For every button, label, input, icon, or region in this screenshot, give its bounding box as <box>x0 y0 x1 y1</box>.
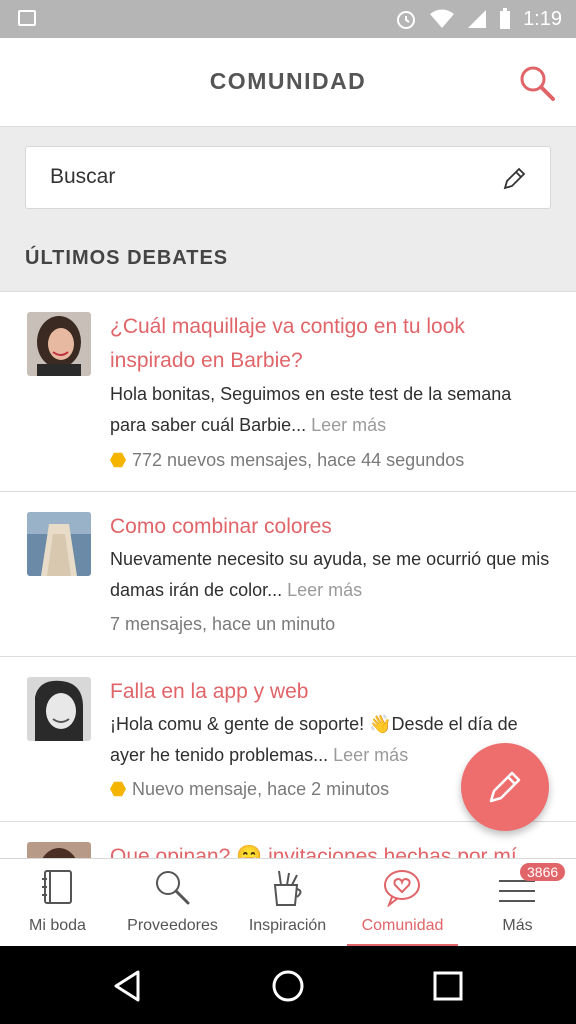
notebook-icon <box>42 870 72 904</box>
nav-item-comunidad[interactable]: Comunidad <box>345 859 460 947</box>
meta-text: Nuevo mensaje, hace 2 minutos <box>132 779 390 799</box>
debate-meta: Nuevo mensaje, hace 2 minutos <box>110 777 389 801</box>
nav-item-mas[interactable]: 3866 Más <box>460 859 575 947</box>
system-nav-bar <box>0 946 576 1024</box>
read-more-link[interactable]: Leer más <box>311 415 386 435</box>
debate-excerpt: Hola bonitas, Seguimos en este test de l… <box>110 379 550 441</box>
section-title: ÚLTIMOS DEBATES <box>25 247 229 269</box>
alarm-icon <box>397 11 416 29</box>
nav-label: Inspiración <box>248 917 327 934</box>
read-more-link[interactable]: Leer más <box>287 580 362 600</box>
recents-icon[interactable] <box>428 966 468 1006</box>
avatar <box>27 677 91 741</box>
read-more-link[interactable]: Leer más <box>333 745 408 765</box>
back-icon[interactable] <box>108 966 148 1006</box>
search-field[interactable]: Buscar <box>25 146 551 209</box>
app-bar: COMUNIDAD <box>0 38 576 127</box>
search-icon <box>520 66 555 101</box>
list-item[interactable]: Como combinar colores Nuevamente necesit… <box>0 491 576 657</box>
list-item[interactable]: ¿Cuál maquillaje va contigo en tu look i… <box>0 291 576 492</box>
nav-item-inspiracion[interactable]: Inspiración <box>230 859 345 947</box>
pencil-icon <box>489 771 521 803</box>
nav-item-mi-boda[interactable]: Mi boda <box>0 859 115 947</box>
debate-meta: 772 nuevos mensajes, hace 44 segundos <box>110 448 464 472</box>
nav-label: Proveedores <box>127 917 218 934</box>
search-placeholder: Buscar <box>50 165 116 188</box>
debate-title[interactable]: ¿Cuál maquillaje va contigo en tu look i… <box>110 310 550 378</box>
avatar <box>27 842 91 858</box>
pencil-icon <box>503 167 526 190</box>
excerpt-text: ¡Hola comu & gente de soporte! 👋Desde el… <box>110 714 518 765</box>
battery-icon <box>500 8 511 29</box>
avatar <box>27 512 91 576</box>
new-debate-button[interactable] <box>461 743 549 831</box>
avatar <box>27 312 91 376</box>
magnifier-icon <box>156 871 190 905</box>
nav-label: Mi boda <box>29 917 86 934</box>
debate-meta: 7 mensajes, hace un minuto <box>110 612 335 636</box>
heart-chat-icon <box>384 870 420 907</box>
notification-badge: 3866 <box>520 863 566 881</box>
status-time: 1:19 <box>523 7 562 30</box>
home-icon[interactable] <box>268 966 308 1006</box>
page-title: COMUNIDAD <box>209 68 367 94</box>
image-notification-icon <box>18 10 36 26</box>
search-button[interactable] <box>518 64 556 102</box>
meta-text: 7 mensajes, hace un minuto <box>110 614 336 634</box>
nav-label: Comunidad <box>361 917 444 934</box>
brushes-cup-icon <box>273 870 302 906</box>
debate-title[interactable]: Como combinar colores <box>110 510 550 544</box>
meta-text: 772 nuevos mensajes, hace 44 segundos <box>132 450 465 470</box>
status-bar: 1:19 <box>0 0 576 38</box>
debate-title[interactable]: Falla en la app y web <box>110 675 550 709</box>
debate-excerpt: Nuevamente necesito su ayuda, se me ocur… <box>110 544 550 606</box>
nav-label: Más <box>502 917 533 934</box>
signal-icon <box>468 10 487 28</box>
bottom-nav: Mi boda Proveedores Inspiración Comunida… <box>0 858 576 947</box>
nav-item-proveedores[interactable]: Proveedores <box>115 859 230 947</box>
wifi-icon <box>430 9 455 28</box>
new-messages-icon <box>110 781 126 797</box>
new-messages-icon <box>110 452 126 468</box>
debate-title[interactable]: Que opinan? 😁 invitaciones hechas por mí <box>110 840 550 858</box>
